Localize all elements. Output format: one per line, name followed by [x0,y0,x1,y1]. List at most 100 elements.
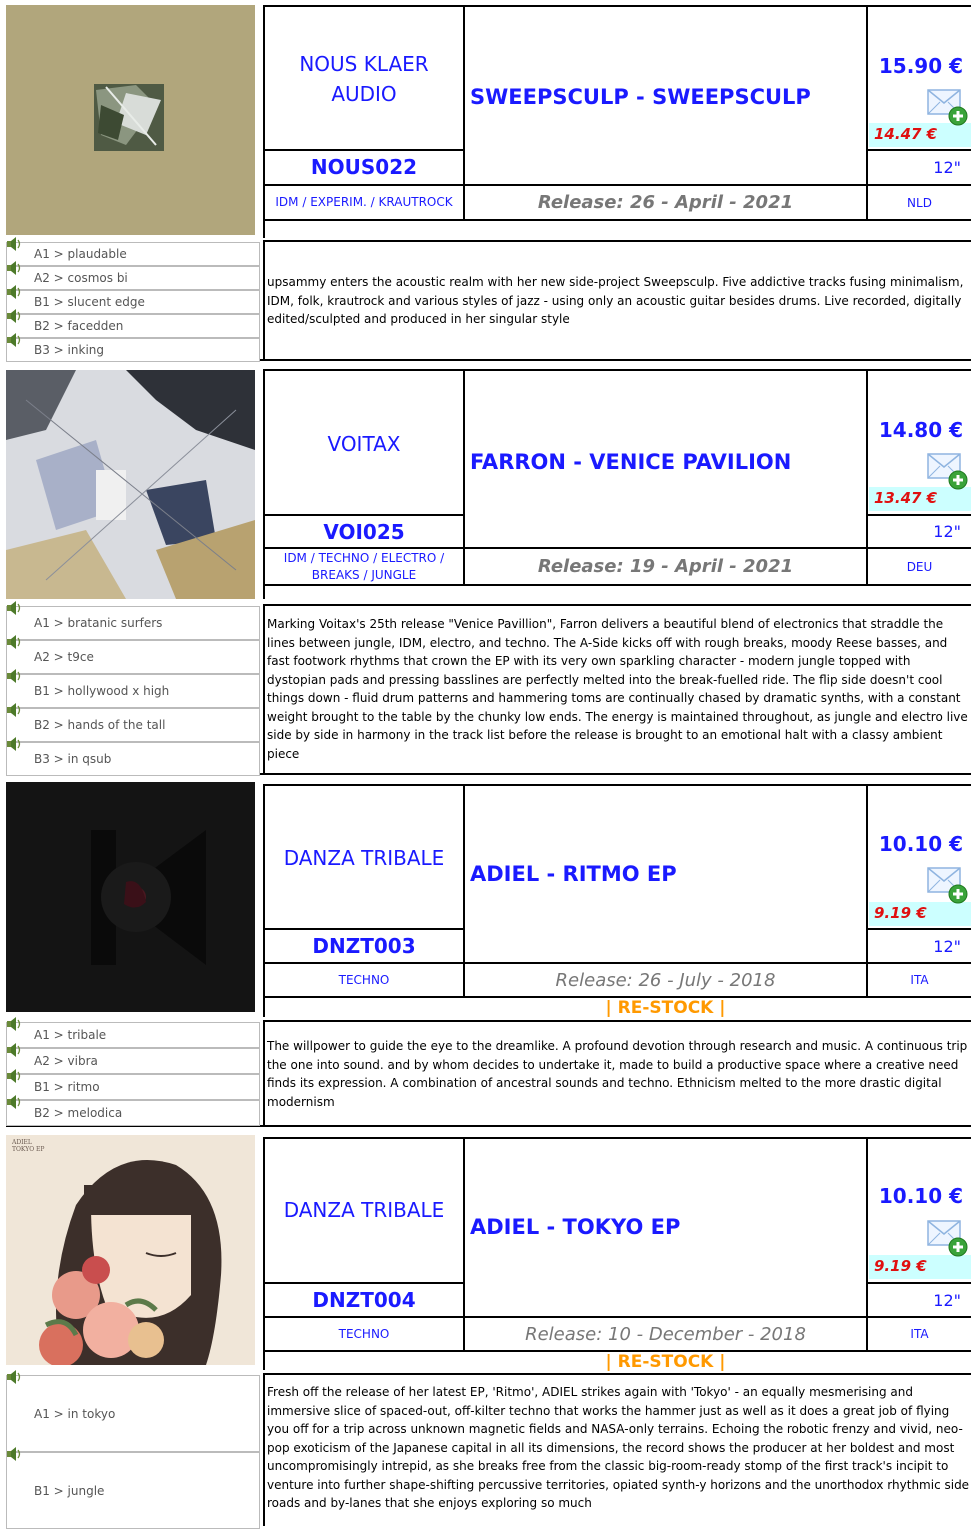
speaker-icon[interactable] [6,309,22,323]
speaker-icon[interactable] [6,1370,22,1384]
genre-link[interactable]: TECHNO [265,964,463,996]
add-to-wishlist-icon[interactable] [926,866,968,906]
release-description: The willpower to guide the eye to the dr… [267,1039,968,1109]
release-title[interactable]: SWEEPSCULP - SWEEPSCULP [470,80,860,114]
restock-badge: | RE-STOCK | [605,1352,726,1372]
speaker-icon[interactable] [6,669,22,683]
restock-badge: | RE-STOCK | [605,998,726,1018]
track-label: A1 > plaudable [34,247,127,261]
speaker-icon[interactable] [6,261,22,275]
track-item[interactable]: B1 > ritmo [6,1074,260,1100]
price: 10.10 € [878,1184,963,1208]
track-label: B3 > inking [34,343,104,357]
format: 12" [933,1290,961,1310]
label-name[interactable]: DANZA TRIBALE [265,841,463,875]
track-label: B2 > melodica [34,1106,123,1120]
track-item[interactable]: A1 > bratanic surfers [6,606,260,640]
label-name[interactable]: VOITAX [265,427,463,461]
track-label: B1 > hollywood x high [34,684,170,698]
album-cover[interactable] [6,370,255,599]
release-description: Marking Voitax's 25th release "Venice Pa… [267,617,968,761]
track-item[interactable]: A2 > cosmos bi [6,266,260,290]
track-label: A1 > tribale [34,1028,107,1042]
country-link[interactable]: ITA [868,964,971,996]
discount-price: 13.47 € [874,489,938,507]
add-to-wishlist-icon[interactable] [926,88,968,128]
album-cover[interactable] [6,782,255,1012]
track-item[interactable]: A1 > plaudable [6,242,260,266]
label-name[interactable]: DANZA TRIBALE [265,1193,463,1227]
catalog-number[interactable]: DNZT004 [265,1284,463,1316]
cover-art-sweepsculp [6,5,255,235]
country-link[interactable]: NLD [868,186,971,219]
speaker-icon[interactable] [6,237,22,251]
price: 14.80 € [878,418,963,442]
country-link[interactable]: DEU [868,549,971,584]
track-label: B1 > jungle [34,1483,105,1498]
release-title[interactable]: FARRON - VENICE PAVILION [470,445,860,479]
track-item[interactable]: A2 > vibra [6,1048,260,1074]
track-item[interactable]: B2 > melodica [6,1100,260,1126]
genre-link[interactable]: IDM / TECHNO / ELECTRO / BREAKS / JUNGLE [265,549,463,584]
label-name[interactable]: NOUS KLAER AUDIO [265,48,463,110]
divider [263,149,465,151]
track-item[interactable]: B1 > jungle [6,1452,260,1529]
album-cover[interactable] [6,5,255,235]
speaker-icon[interactable] [6,737,22,751]
speaker-icon[interactable] [6,1447,22,1461]
track-item[interactable]: B3 > in qsub [6,742,260,776]
speaker-icon[interactable] [6,635,22,649]
track-item[interactable]: B1 > slucent edge [6,290,260,314]
track-item[interactable]: B2 > facedden [6,314,260,338]
track-label: B3 > in qsub [34,752,112,766]
track-label: A2 > t9ce [34,650,94,664]
divider [263,584,971,586]
release-date: Release: 10 - December - 2018 [525,1323,806,1345]
track-label: B2 > hands of the tall [34,718,166,732]
track-label: A1 > in tokyo [34,1406,116,1421]
release-date: Release: 26 - April - 2021 [537,192,794,213]
release-description: upsammy enters the acoustic realm with h… [267,275,964,326]
cover-text: ADIEL TOKYO EP [12,1139,45,1153]
add-to-wishlist-icon[interactable] [926,452,968,492]
track-item[interactable]: A1 > in tokyo [6,1375,260,1452]
speaker-icon[interactable] [6,601,22,615]
track-label: B1 > ritmo [34,1080,100,1094]
add-to-wishlist-icon[interactable] [926,1219,968,1259]
track-item[interactable]: B1 > hollywood x high [6,674,260,708]
discount-price: 9.19 € [874,1257,927,1275]
discount-price: 14.47 € [874,125,938,143]
track-label: B2 > facedden [34,319,124,333]
divider [263,219,971,221]
divider [866,149,971,151]
catalog-number[interactable]: VOI025 [265,516,463,547]
track-item[interactable]: A2 > t9ce [6,640,260,674]
release-date: Release: 26 - July - 2018 [555,969,776,991]
speaker-icon[interactable] [6,703,22,717]
genre-link[interactable]: IDM / EXPERIM. / KRAUTROCK [265,186,463,219]
country-link[interactable]: ITA [868,1318,971,1350]
track-label: A2 > vibra [34,1054,98,1068]
speaker-icon[interactable] [6,1043,22,1057]
release-title[interactable]: ADIEL - TOKYO EP [470,1210,860,1244]
speaker-icon[interactable] [6,1017,22,1031]
catalog-number[interactable]: DNZT003 [265,930,463,962]
track-item[interactable]: B2 > hands of the tall [6,708,260,742]
track-label: A1 > bratanic surfers [34,616,163,630]
track-label: B1 > slucent edge [34,295,145,309]
track-item[interactable]: A1 > tribale [6,1022,260,1048]
speaker-icon[interactable] [6,1095,22,1109]
track-label: A2 > cosmos bi [34,271,128,285]
track-item[interactable]: B3 > inking [6,338,260,362]
cover-art-tokyo [6,1135,255,1365]
genre-link[interactable]: TECHNO [265,1318,463,1350]
format: 12" [933,936,961,956]
speaker-icon[interactable] [6,1069,22,1083]
speaker-icon[interactable] [6,333,22,347]
release-title[interactable]: ADIEL - RITMO EP [470,857,860,891]
album-cover[interactable]: ADIEL TOKYO EP [6,1135,255,1365]
price: 10.10 € [878,832,963,856]
format: 12" [933,522,961,541]
speaker-icon[interactable] [6,285,22,299]
catalog-number[interactable]: NOUS022 [265,152,463,182]
